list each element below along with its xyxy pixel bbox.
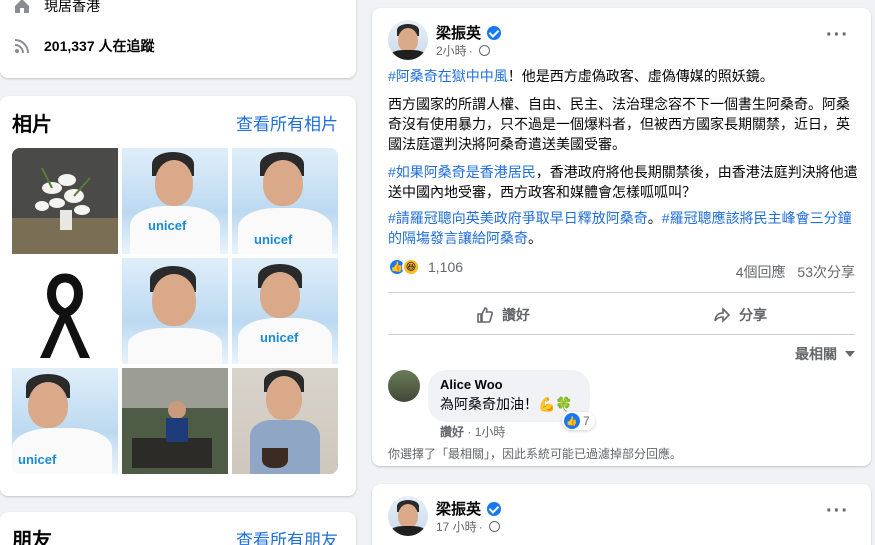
author-avatar[interactable] <box>388 20 428 60</box>
lives-in-text: 現居香港 <box>44 0 100 14</box>
post-paragraph-3: #如果阿桑奇是香港居民，香港政府將他長期關禁後，由香港法庭判決將他遣送中國內地受… <box>388 162 858 202</box>
photo-unicef-4[interactable]: unicef <box>232 258 338 364</box>
comment-like-link[interactable]: 讚好 <box>440 425 464 439</box>
sort-label[interactable]: 最相關 <box>795 344 837 364</box>
punctuation: 。 <box>528 230 542 246</box>
more-options-button[interactable]: ··· <box>826 500 849 523</box>
home-icon <box>12 0 32 16</box>
rss-icon <box>12 36 32 56</box>
followers-text: 201,337 人在追蹤 <box>44 38 155 54</box>
post-time[interactable]: 2小時 <box>436 42 467 59</box>
share-label[interactable]: 分享 <box>739 305 767 325</box>
haha-reaction-icon: 😆 <box>402 258 420 276</box>
comment-reaction-count[interactable]: 7 <box>583 414 590 428</box>
author-name[interactable]: 梁振英 <box>436 498 481 519</box>
post-text-segment: ！他是西方虛偽政客、虛偽傳媒的照妖鏡。 <box>507 68 774 84</box>
comment-sort-dropdown[interactable]: 最相關 <box>795 344 855 364</box>
post-author[interactable]: 梁振英 <box>436 498 502 519</box>
post-paragraph-2: 西方國家的所謂人權、自由、民主、法治理念容不下一個書生阿桑奇。阿桑奇沒有使用暴力… <box>388 96 850 152</box>
friends-card: 朋友 查看所有朋友 <box>0 512 356 545</box>
share-button[interactable]: 分享 <box>625 300 855 330</box>
unicef-text: unicef <box>254 232 293 247</box>
like-label[interactable]: 讚好 <box>502 305 530 325</box>
photo-unicef-2[interactable]: unicef <box>232 148 338 254</box>
followers-row: 201,337 人在追蹤 <box>12 36 155 56</box>
reactions-summary[interactable]: 👍 😆 1,106 <box>388 258 463 276</box>
shares-count[interactable]: 53次分享 <box>797 264 855 280</box>
intro-card: 現居香港 201,337 人在追蹤 <box>0 0 356 78</box>
share-arrow-icon <box>714 307 731 323</box>
globe-icon <box>478 45 490 56</box>
photo-lilies[interactable] <box>12 148 118 254</box>
friends-title: 朋友 <box>12 530 52 545</box>
photo-unicef-3[interactable] <box>122 258 228 364</box>
hashtag-link[interactable]: #阿桑奇在獄中中風 <box>388 68 508 84</box>
see-all-photos-link[interactable]: 查看所有相片 <box>236 110 338 135</box>
commenter-name[interactable]: Alice Woo <box>440 377 578 392</box>
lives-in-row: 現居香港 <box>12 0 100 16</box>
divider <box>388 334 855 335</box>
commenter-avatar[interactable] <box>388 370 420 402</box>
post-line1: #阿桑奇在獄中中風！他是西方虛偽政客、虛偽傳媒的照妖鏡。 <box>388 66 858 86</box>
photos-card: 相片 查看所有相片 unicef unicef unicef unicef <box>0 96 356 496</box>
more-options-button[interactable]: ··· <box>826 24 849 47</box>
divider <box>388 292 855 293</box>
unicef-text: unicef <box>260 330 299 345</box>
comment-reactions[interactable]: 👍 7 <box>562 412 595 430</box>
post-card: 梁振英 2小時 · ··· #阿桑奇在獄中中風！他是西方虛偽政客、虛偽傳媒的照妖… <box>372 8 871 466</box>
comment-actions: 讚好 · 1小時 <box>440 425 506 439</box>
comment-time[interactable]: 1小時 <box>475 425 506 439</box>
post-time[interactable]: 17 小時 <box>436 518 477 535</box>
see-all-friends-link[interactable]: 查看所有朋友 <box>236 526 338 545</box>
like-button[interactable]: 讚好 <box>388 300 618 330</box>
post-meta: 17 小時 · <box>436 518 500 535</box>
photo-black-ribbon[interactable] <box>12 258 118 364</box>
author-name[interactable]: 梁振英 <box>436 22 481 43</box>
comment-text: 為阿桑奇加油！💪🍀 <box>440 396 573 412</box>
photos-title: 相片 <box>12 114 52 136</box>
reaction-count[interactable]: 1,106 <box>428 259 463 275</box>
post-paragraph-4: #請羅冠聰向英美政府爭取早日釋放阿桑奇。#羅冠聰應該將民主峰會三分鐘的隔塲發言讓… <box>388 208 858 248</box>
like-reaction-icon: 👍 <box>564 413 580 429</box>
photo-office[interactable] <box>122 368 228 474</box>
globe-icon <box>488 521 500 532</box>
author-avatar[interactable] <box>388 496 428 536</box>
photo-grid: unicef unicef unicef unicef <box>12 148 339 474</box>
unicef-text: unicef <box>18 452 57 467</box>
thumbs-up-icon <box>477 307 493 323</box>
punctuation: 。 <box>647 210 662 226</box>
photo-unicef-5[interactable]: unicef <box>12 368 118 474</box>
photo-cup[interactable] <box>232 368 338 474</box>
verified-badge-icon <box>487 25 502 40</box>
filter-note: 你選擇了「最相關」，因此系統可能已過濾掉部分回應。 <box>388 447 683 461</box>
hashtag-link[interactable]: #請羅冠聰向英美政府爭取早日釋放阿桑奇 <box>388 210 648 226</box>
verified-badge-icon <box>487 501 502 516</box>
hashtag-link[interactable]: #如果阿桑奇是香港居民 <box>388 164 536 180</box>
post-meta: 2小時 · <box>436 42 490 59</box>
photo-unicef-1[interactable]: unicef <box>122 148 228 254</box>
comments-count[interactable]: 4個回應 <box>736 264 786 280</box>
caret-down-icon <box>845 351 855 357</box>
post-author[interactable]: 梁振英 <box>436 22 502 43</box>
post-card-2: 梁振英 17 小時 · ··· <box>372 484 871 545</box>
engagement-counts: 4個回應 53次分享 <box>736 262 855 282</box>
unicef-text: unicef <box>148 218 187 233</box>
